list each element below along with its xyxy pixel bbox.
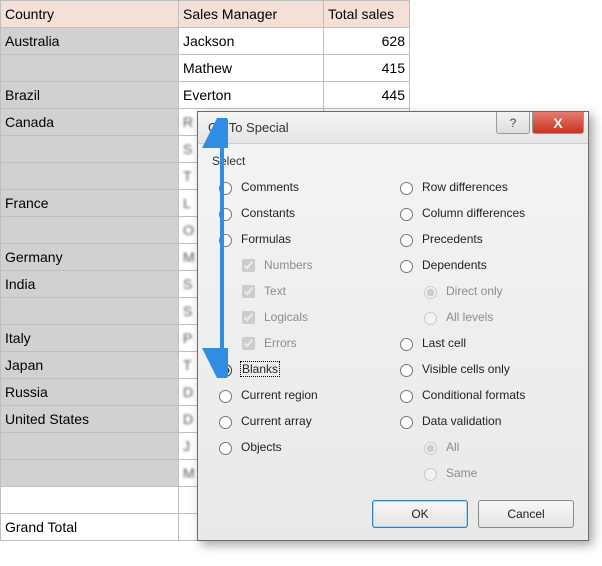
close-button[interactable]: X [532, 112, 584, 134]
option-col-diff[interactable]: Column differences [393, 200, 574, 226]
header-total[interactable]: Total sales [324, 1, 410, 28]
option-data-validation[interactable]: Data validation [393, 408, 574, 434]
cell-country[interactable]: France [1, 190, 179, 217]
option-all-levels: All levels [393, 304, 574, 330]
cell-country[interactable]: Japan [1, 352, 179, 379]
dialog-title: Go To Special [208, 120, 289, 135]
option-numbers: Numbers [212, 252, 393, 278]
cell-country[interactable] [1, 460, 179, 487]
header-country[interactable]: Country [1, 1, 179, 28]
option-logicals: Logicals [212, 304, 393, 330]
option-current-array[interactable]: Current array [212, 408, 393, 434]
option-text: Text [212, 278, 393, 304]
cell-country[interactable]: India [1, 271, 179, 298]
option-objects[interactable]: Objects [212, 434, 393, 460]
option-constants[interactable]: Constants [212, 200, 393, 226]
cell-total[interactable]: 415 [324, 55, 410, 82]
option-visible-cells[interactable]: Visible cells only [393, 356, 574, 382]
cell-country[interactable]: United States [1, 406, 179, 433]
cell-country[interactable] [1, 433, 179, 460]
option-blanks[interactable]: Blanks [212, 356, 393, 382]
cell-country[interactable] [1, 136, 179, 163]
option-comments[interactable]: Comments [212, 174, 393, 200]
close-icon: X [553, 115, 562, 131]
option-same: Same [393, 460, 574, 486]
goto-special-dialog: Go To Special ? X Select Comments Consta… [197, 111, 589, 541]
cell-manager[interactable]: Jackson [179, 28, 324, 55]
cell-country[interactable]: Brazil [1, 82, 179, 109]
cell-total[interactable]: 445 [324, 82, 410, 109]
cell-total[interactable]: 628 [324, 28, 410, 55]
cell-country[interactable]: Canada [1, 109, 179, 136]
header-manager[interactable]: Sales Manager [179, 1, 324, 28]
option-current-region[interactable]: Current region [212, 382, 393, 408]
question-icon: ? [510, 116, 517, 130]
cell-manager[interactable]: Everton [179, 82, 324, 109]
option-formulas[interactable]: Formulas [212, 226, 393, 252]
cell-country[interactable] [1, 217, 179, 244]
cell-country[interactable]: Russia [1, 379, 179, 406]
option-row-diff[interactable]: Row differences [393, 174, 574, 200]
cell-country[interactable]: Australia [1, 28, 179, 55]
option-precedents[interactable]: Precedents [393, 226, 574, 252]
help-button[interactable]: ? [496, 112, 530, 134]
option-last-cell[interactable]: Last cell [393, 330, 574, 356]
cell-country[interactable] [1, 298, 179, 325]
cell-country[interactable]: Germany [1, 244, 179, 271]
cell-grand-total[interactable]: Grand Total [1, 514, 179, 541]
option-dependents[interactable]: Dependents [393, 252, 574, 278]
cell-country[interactable] [1, 163, 179, 190]
option-errors: Errors [212, 330, 393, 356]
option-all: All [393, 434, 574, 460]
option-cond-formats[interactable]: Conditional formats [393, 382, 574, 408]
cancel-button[interactable]: Cancel [478, 500, 574, 528]
option-direct-only: Direct only [393, 278, 574, 304]
cell-country[interactable]: Italy [1, 325, 179, 352]
cell-manager[interactable]: Mathew [179, 55, 324, 82]
cell-country[interactable] [1, 55, 179, 82]
select-label: Select [212, 154, 574, 168]
ok-button[interactable]: OK [372, 500, 468, 528]
dialog-titlebar[interactable]: Go To Special ? X [198, 112, 588, 144]
